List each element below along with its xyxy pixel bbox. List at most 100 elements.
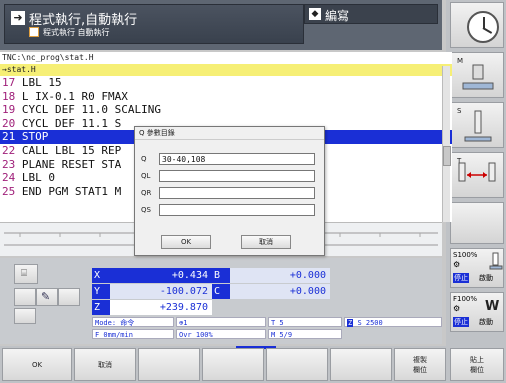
feed-stop-label[interactable]: 停止 — [453, 317, 469, 327]
paste-field-line2: 欄位 — [470, 365, 484, 374]
line-number: 21 — [2, 130, 16, 144]
dialog-ok-button[interactable]: OK — [161, 235, 211, 249]
edit-pencil-button[interactable]: ✎ — [36, 288, 58, 306]
spindle-speed: S 2500 — [357, 319, 383, 327]
spindle-stop-label[interactable]: 停止 — [453, 273, 469, 283]
q-field-label: Q — [141, 155, 147, 163]
line-number: 24 — [2, 171, 16, 185]
m-function-button[interactable]: M — [450, 52, 504, 98]
tool-axis-info: ⊕1 — [176, 317, 266, 327]
spindle-gear-icon: ⚙ — [453, 260, 461, 269]
side-button-2[interactable] — [58, 288, 80, 306]
axis-x-value: +0.434 — [110, 268, 212, 283]
clock-button[interactable] — [450, 2, 504, 48]
bracket-icon: ⌸ — [21, 268, 27, 279]
line-number: 19 — [2, 103, 16, 117]
paste-field-line1: 貼上 — [470, 355, 484, 364]
operating-mode-panel[interactable]: ➜ 程式執行,自動執行 程式執行 自動執行 — [4, 4, 304, 44]
spindle-override-label: S100% — [453, 251, 478, 259]
scrollbar-thumb[interactable] — [443, 146, 451, 166]
line-text: L IX-0.1 R0 FMAX — [21, 89, 128, 103]
tool-axis-value: 1 — [183, 319, 188, 327]
empty-right-button[interactable] — [450, 202, 504, 244]
tool-change-icon — [458, 162, 496, 182]
line-number: 18 — [2, 89, 16, 103]
spindle-start-label[interactable]: 啟動 — [479, 273, 493, 283]
axis-c-letter: C — [212, 284, 230, 299]
program-file-line: →stat.H — [0, 64, 452, 76]
softkey-empty-2[interactable] — [202, 348, 264, 381]
softkey-cancel[interactable]: 取消 — [74, 348, 136, 381]
t-function-button[interactable]: T — [450, 152, 504, 198]
ql-field-label: QL — [141, 172, 151, 180]
q-parameter-dialog: Q 參數目錄 Q 30-40,108 QL QR QS OK 取消 — [134, 126, 325, 256]
axis-y-value: -100.072 — [110, 284, 212, 299]
line-number: 25 — [2, 184, 16, 198]
program-line[interactable]: 19 CYCL DEF 11.0 SCALING — [0, 103, 452, 117]
program-line[interactable]: 17 LBL 15 — [0, 76, 452, 90]
line-number: 17 — [2, 76, 16, 89]
softkey-paste-field[interactable]: 貼上 欄位 — [450, 348, 504, 381]
pencil-icon: ✎ — [41, 290, 51, 303]
programming-mode-panel[interactable]: ◆ 編寫 — [304, 4, 438, 24]
mode-title: 程式執行,自動執行 — [29, 13, 138, 28]
axis-c-value: +0.000 — [230, 284, 330, 299]
axis-z-letter: Z — [92, 300, 110, 315]
feed-wave-icon: W — [485, 299, 500, 314]
q-field-input[interactable]: 30-40,108 — [159, 153, 315, 165]
program-scrollbar[interactable] — [442, 66, 451, 222]
dialog-cancel-button[interactable]: 取消 — [241, 235, 291, 249]
spindle-override-panel[interactable]: S100% ⚙ 停止 啟動 — [450, 248, 504, 288]
side-button-3[interactable] — [14, 308, 36, 324]
mode-info: Mode: 命令 — [92, 317, 174, 327]
line-number: 23 — [2, 157, 16, 171]
clock-icon — [467, 11, 499, 43]
axis-b-value: +0.000 — [230, 268, 330, 283]
spindle-small-icon — [489, 252, 503, 270]
program-line[interactable]: 18 L IX-0.1 R0 FMAX — [0, 90, 452, 104]
tool-info: T 5 — [268, 317, 342, 327]
feed-gear-icon: ⚙ — [453, 304, 461, 313]
feed-start-label[interactable]: 啟動 — [479, 317, 493, 327]
feed-override-label: F100% — [453, 295, 478, 303]
softkey-empty-4[interactable] — [330, 348, 392, 381]
override-info: Ovr 100% — [176, 329, 266, 339]
edit-mode-label: 編寫 — [325, 9, 350, 23]
ql-field-input[interactable] — [159, 170, 315, 182]
softkey-ok[interactable]: OK — [2, 348, 72, 381]
right-softkey-column: M S T S100% ⚙ 停止 啟動 F100% ⚙ 停止 啟動 W — [446, 0, 506, 383]
softkey-copy-field[interactable]: 複製 欄位 — [394, 348, 446, 381]
edit-mode-icon: ◆ — [309, 8, 321, 20]
m-code-info: M 5/9 — [268, 329, 342, 339]
qr-field-input[interactable] — [159, 187, 315, 199]
spindle-info: Z S 2500 — [344, 317, 442, 327]
line-number: 20 — [2, 116, 16, 130]
line-number: 22 — [2, 143, 16, 157]
softkey-empty-1[interactable] — [138, 348, 200, 381]
feed-override-panel[interactable]: F100% ⚙ 停止 啟動 W — [450, 292, 504, 332]
status-display: ⌸ ✎ X +0.434 B +0.000 Y -100.072 C +0.00… — [0, 258, 442, 344]
machine-m-icon — [462, 64, 494, 90]
copy-field-line2: 欄位 — [413, 365, 427, 374]
axis-z-value: +239.870 — [110, 300, 212, 315]
line-text: PLANE RESET STA — [21, 157, 122, 171]
program-run-icon: ➜ — [11, 11, 25, 25]
qs-field-input[interactable] — [159, 204, 315, 216]
line-text: END PGM STAT1 M — [21, 184, 122, 198]
spindle-axis-badge: Z — [347, 319, 354, 327]
single-block-icon — [29, 27, 39, 37]
qs-field-label: QS — [141, 206, 151, 214]
axis-b-letter: B — [212, 268, 230, 283]
line-text: CYCL DEF 11.1 S — [21, 116, 122, 130]
status-tab-button[interactable]: ⌸ — [14, 264, 38, 284]
feed-info: F 0mm/min — [92, 329, 174, 339]
dialog-title: Q 參數目錄 — [135, 127, 324, 140]
mode-subtitle: 程式執行 自動執行 — [43, 28, 110, 37]
s-function-button[interactable]: S — [450, 102, 504, 148]
softkey-bar: OK 取消 複製 欄位 貼上 欄位 — [0, 346, 506, 383]
line-text: STOP — [21, 130, 49, 144]
softkey-empty-3[interactable] — [266, 348, 328, 381]
header-bar: ➜ 程式執行,自動執行 程式執行 自動執行 ◆ 編寫 — [0, 0, 442, 50]
side-button-1[interactable] — [14, 288, 36, 306]
axis-y-letter: Y — [92, 284, 110, 299]
